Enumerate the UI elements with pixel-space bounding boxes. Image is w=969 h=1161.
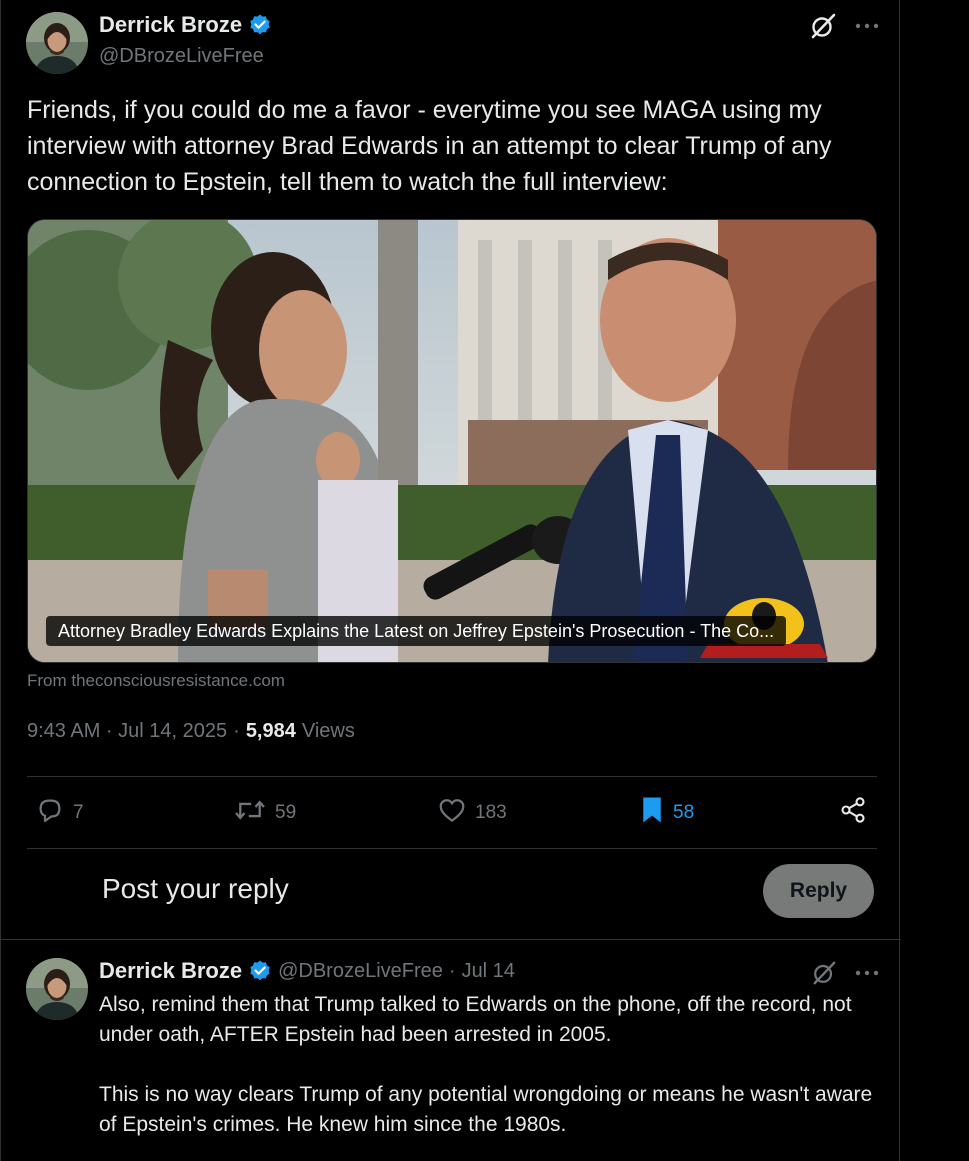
reply-date[interactable]: Jul 14 [462, 960, 515, 983]
divider-top [27, 776, 877, 777]
grok-icon[interactable] [809, 12, 837, 40]
reply-top-actions [811, 960, 879, 986]
grok-icon[interactable] [811, 960, 837, 986]
post-top-actions [809, 12, 879, 40]
reply-paragraph: Also, remind them that Trump talked to E… [99, 993, 852, 1046]
repost-icon [233, 795, 267, 831]
media-card[interactable]: Attorney Bradley Edwards Explains the La… [27, 219, 877, 663]
more-icon[interactable] [855, 969, 879, 977]
views-label: Views [301, 720, 355, 742]
author-display-name[interactable]: Derrick Broze [99, 12, 242, 38]
verified-badge-icon[interactable] [248, 13, 272, 37]
post-timestamp[interactable]: 9:43 AM · Jul 14, 2025 [27, 720, 227, 743]
share-icon [839, 796, 867, 830]
section-divider [1, 939, 901, 940]
author-handle[interactable]: @DBrozeLiveFree [99, 45, 264, 68]
reply-text: Also, remind them that Trump talked to E… [99, 990, 879, 1140]
repost-count: 59 [275, 802, 297, 823]
post-meta: 9:43 AM · Jul 14, 2025 · 5,984 Views [27, 720, 355, 743]
reply-icon [35, 795, 65, 831]
share-action[interactable] [839, 778, 867, 848]
author-avatar[interactable] [26, 12, 88, 74]
reply-count: 7 [73, 802, 84, 823]
reply-action[interactable]: 7 [35, 778, 84, 848]
reply-author-handle[interactable]: @DBrozeLiveFree [278, 960, 443, 983]
page: Derrick Broze @DBrozeLiveFree Friends, i… [0, 0, 969, 1161]
author-name-row: Derrick Broze [99, 12, 272, 38]
reply-button[interactable]: Reply [763, 864, 874, 918]
divider-bottom [27, 848, 877, 849]
reply-input[interactable]: Post your reply [102, 873, 289, 905]
like-count: 183 [475, 802, 507, 823]
conversation-column: Derrick Broze @DBrozeLiveFree Friends, i… [0, 0, 901, 1161]
media-source-link[interactable]: From theconsciousresistance.com [27, 671, 285, 691]
post-text: Friends, if you could do me a favor - ev… [27, 96, 839, 196]
post-action-bar: 7 59 183 58 [27, 778, 877, 848]
more-icon[interactable] [855, 22, 879, 30]
reply-paragraph: This is no way clears Trump of any poten… [99, 1083, 873, 1136]
like-icon [437, 795, 467, 831]
meta-separator: · [233, 720, 240, 742]
bookmark-count: 58 [673, 802, 695, 823]
verified-badge-icon[interactable] [248, 959, 272, 983]
reply-author-display-name[interactable]: Derrick Broze [99, 958, 242, 984]
bookmark-action[interactable]: 58 [639, 778, 694, 848]
reply-author-row: Derrick Broze @DBrozeLiveFree · Jul 14 [99, 958, 515, 984]
like-action[interactable]: 183 [437, 778, 507, 848]
media-caption: Attorney Bradley Edwards Explains the La… [46, 616, 787, 646]
media-thumbnail [28, 220, 876, 662]
bookmark-icon [639, 795, 665, 831]
reply-author-avatar[interactable] [26, 958, 88, 1020]
views-count: 5,984 [245, 720, 296, 742]
reply-dot-separator: · [448, 959, 456, 982]
repost-action[interactable]: 59 [233, 778, 296, 848]
